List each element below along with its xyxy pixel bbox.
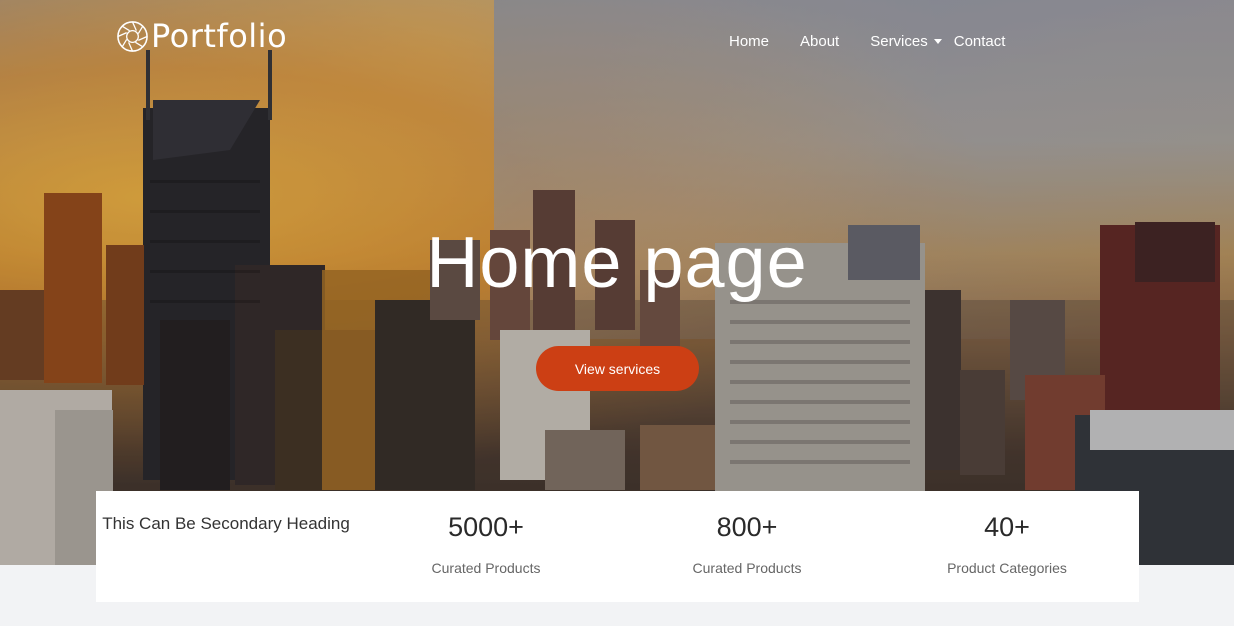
hero-section: Portfolio Home About Services Contact Ho… xyxy=(0,0,1234,565)
stat-label: Product Categories xyxy=(947,560,1067,576)
nav-contact[interactable]: Contact xyxy=(954,33,1006,50)
hero-title: Home page xyxy=(426,223,808,303)
stat-label: Curated Products xyxy=(431,560,541,576)
nav-services[interactable]: Services xyxy=(870,33,942,50)
stat-item: 5000+ Curated Products xyxy=(386,511,586,576)
stat-value: 5000+ xyxy=(448,512,524,542)
nav-about[interactable]: About xyxy=(800,33,839,50)
view-services-button[interactable]: View services xyxy=(536,346,699,391)
caret-down-icon xyxy=(933,39,942,44)
brand-name: Portfolio xyxy=(151,17,288,55)
stat-value: 800+ xyxy=(716,512,778,542)
brand-logo[interactable]: Portfolio xyxy=(116,18,287,54)
aperture-logo-icon xyxy=(117,20,148,52)
main-nav: Home About Services Contact xyxy=(729,33,1005,50)
stat-value: 40+ xyxy=(984,512,1030,542)
secondary-heading-text: This Can Be Secondary Heading xyxy=(102,514,350,533)
nav-home[interactable]: Home xyxy=(729,33,769,50)
stat-item: 800+ Curated Products xyxy=(647,511,847,576)
stats-panel: This Can Be Secondary Heading 5000+ Cura… xyxy=(96,491,1139,602)
stat-item: 40+ Product Categories xyxy=(907,511,1107,576)
nav-services-label: Services xyxy=(870,33,928,50)
stat-label: Curated Products xyxy=(692,560,802,576)
